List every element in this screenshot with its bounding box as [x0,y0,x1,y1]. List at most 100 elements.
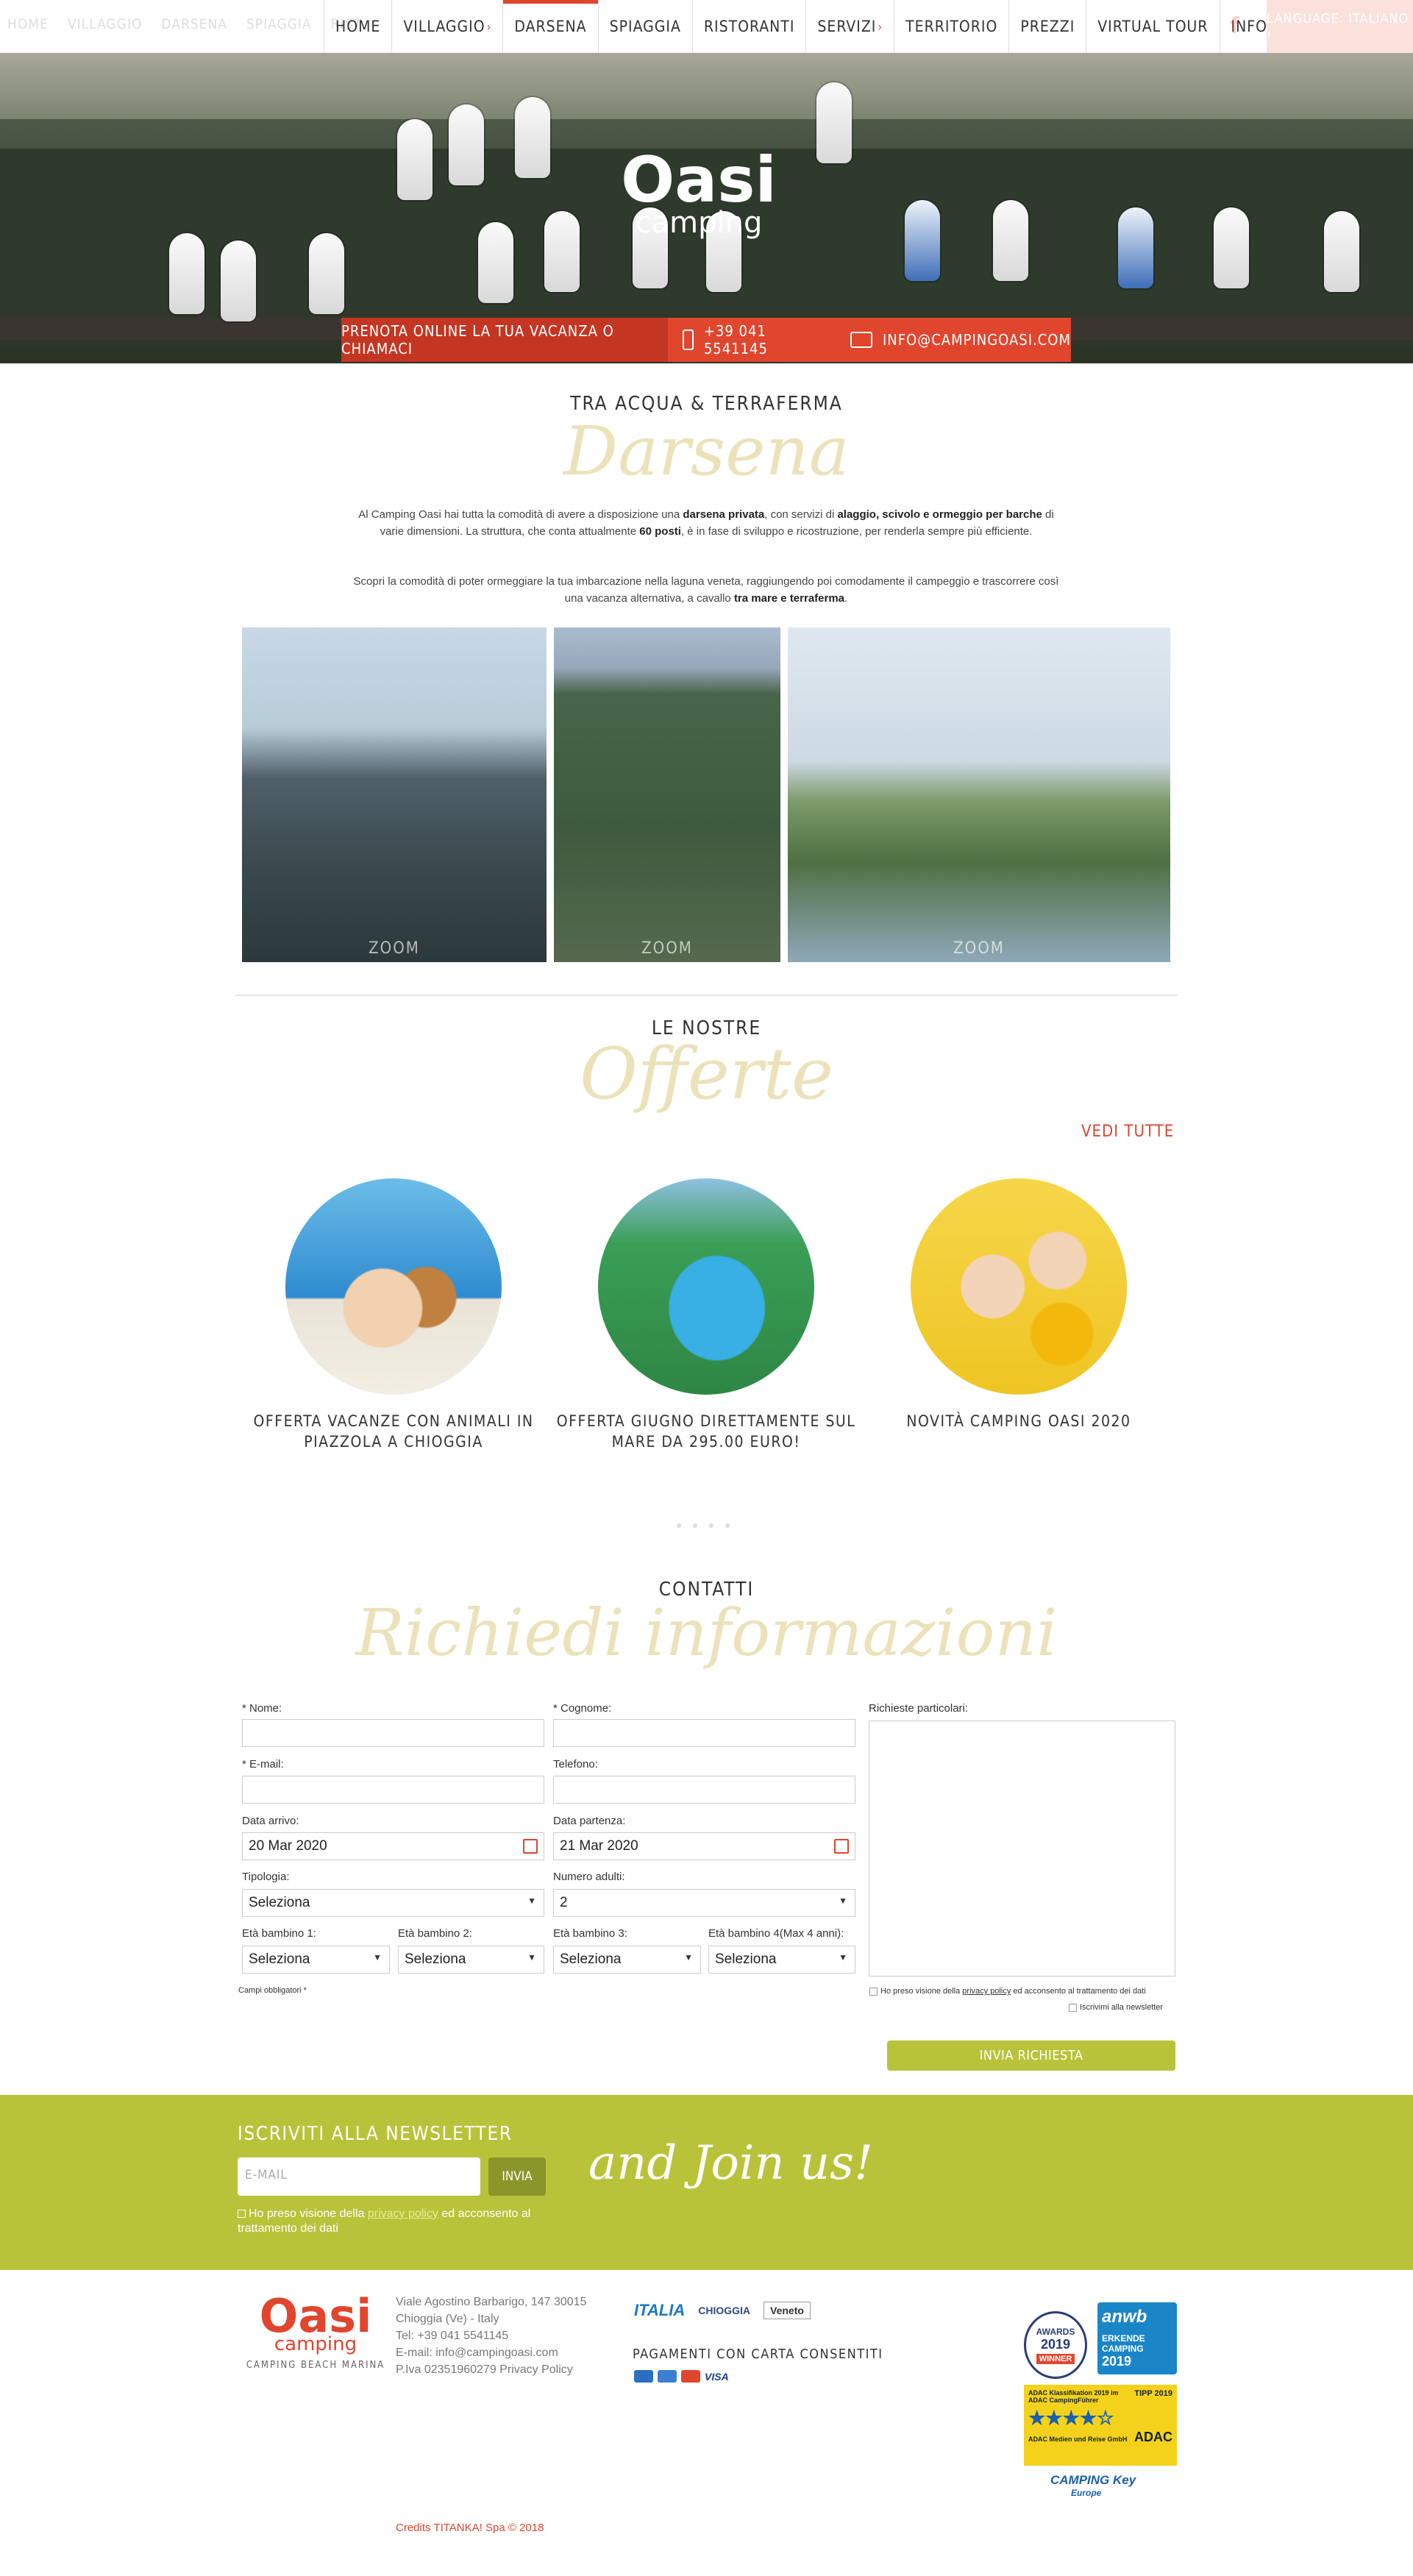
nav-item-servizi[interactable]: SERVIZI › [806,0,895,53]
label-adulti: Numero adulti: [553,1871,625,1883]
newsletter-band: ISCRIVITI ALLA NEWSLETTER E-MAIL INVIA H… [0,2095,1413,2270]
booking-cta[interactable]: PRENOTA ONLINE LA TUA VACANZA O CHIAMACI [341,318,669,362]
adulti-value: 2 [560,1895,568,1910]
partner-chioggia-logo[interactable]: CHIOGGIA [698,2305,750,2316]
see-all-link[interactable]: VEDI TUTTE [1081,1122,1174,1141]
tipologia-select[interactable]: Seleziona ▼ [242,1889,544,1917]
submit-request-button[interactable]: INVIA RICHIESTA [887,2040,1175,2071]
offer-card[interactable]: NOVITÀ CAMPING OASI 2020 [864,1178,1173,1431]
nav-item-label: SPIAGGIA [609,18,681,35]
address-line: Chioggia (Ve) - Italy [396,2313,499,2325]
email-field[interactable] [242,1776,544,1804]
nav-item-label: RISTORANTI [703,18,795,35]
partenza-value: 21 Mar 2020 [560,1838,638,1854]
intro-bold-text: 60 posti [639,525,681,538]
offer-image [911,1178,1127,1395]
nav-item-label: DARSENA [514,18,587,35]
calendar-icon[interactable] [523,1839,538,1854]
phone-line[interactable]: Tel: +39 041 5541145 [396,2327,586,2344]
newsletter-checkbox[interactable] [1069,2003,1077,2012]
anwb-badge-name: anwb [1102,2307,1147,2327]
bambino-4-value: Seleziona [715,1951,777,1967]
nav-item-home[interactable]: HOME [324,0,393,53]
bambino-4-select[interactable]: Seleziona ▼ [708,1946,855,1974]
newsletter-optin-label: Iscrivimi alla newsletter [1080,2003,1164,2012]
telefono-input[interactable] [553,1776,855,1804]
boat-shape [1214,207,1249,288]
facebook-icon[interactable]: f [1230,13,1255,39]
chevron-right-icon: › [878,19,883,34]
darsena-intro-2: Scopri la comodità di poter ormeggiare l… [353,573,1059,607]
newsletter-submit-button[interactable]: INVIA [488,2157,546,2196]
bambino-3-select[interactable]: Seleziona ▼ [553,1946,701,1974]
email-line[interactable]: E-mail: info@campingoasi.com [396,2344,586,2361]
bambino-2-value: Seleziona [405,1951,466,1967]
label-bambino-2: Età bambino 2: [398,1927,472,1940]
adac-badge[interactable]: ADAC Klassifikation 2019 im ADAC Camping… [1024,2385,1177,2466]
address-line: Viale Agostino Barbarigo, 147 30015 [396,2296,587,2308]
bambino-1-select[interactable]: Seleziona ▼ [242,1946,390,1974]
carousel-dot[interactable] [677,1523,681,1528]
newsletter-privacy-link[interactable]: privacy policy [368,2207,438,2220]
footer-address: Viale Agostino Barbarigo, 147 30015 Chio… [396,2294,586,2378]
bambino-1-value: Seleziona [249,1951,310,1967]
nav-item-darsena[interactable]: DARSENA [503,0,599,53]
partner-italia-logo[interactable]: ITALIA [634,2301,685,2320]
adulti-select[interactable]: 2 ▼ [553,1889,855,1917]
newsletter-privacy: Ho preso visione della privacy policy ed… [238,2207,554,2236]
nav-item-ristoranti[interactable]: RISTORANTI [693,0,807,53]
anwb-badge[interactable]: anwb ERKENDE CAMPING 2019 [1097,2302,1177,2374]
arrivo-date-input[interactable]: 20 Mar 2020 [242,1832,544,1860]
intro-bold-text: darsena privata [683,508,765,521]
nav-item-territorio[interactable]: TERRITORIO [894,0,1010,53]
nav-item-spiaggia[interactable]: SPIAGGIA [599,0,693,53]
language-selector[interactable]: LANGUAGE: ITALIANO › [1267,0,1413,53]
phone-link[interactable]: +39 041 5541145 [683,322,821,357]
nav-item-label: PREZZI [1020,18,1075,35]
offer-card[interactable]: OFFERTA VACANZE CON ANIMALI IN PIAZZOLA … [239,1178,548,1452]
credits-link[interactable]: Credits TITANKA! Spa © 2018 [396,2522,544,2534]
nav-item-prezzi[interactable]: PREZZI [1009,0,1087,53]
zoom-label: ZOOM [953,939,1005,958]
gallery-image-panorama[interactable]: ZOOM [788,627,1170,962]
nome-input[interactable] [242,1719,544,1747]
calendar-icon[interactable] [834,1839,849,1854]
footer-logo[interactable]: Oasi camping CAMPING BEACH MARINA [246,2289,385,2372]
offer-title: OFFERTA VACANZE CON ANIMALI IN PIAZZOLA … [253,1412,534,1451]
privacy-link[interactable]: privacy policy [962,1987,1011,1996]
intro-text: Scopri la comodità di poter ormeggiare l… [353,575,1059,605]
carousel-dot[interactable] [709,1523,713,1528]
carousel-dot[interactable] [693,1523,697,1528]
divider [235,995,1178,996]
vat-line[interactable]: P.Iva 02351960279 Privacy Policy [396,2361,586,2378]
chevron-right-icon: › [486,19,492,34]
partenza-date-input[interactable]: 21 Mar 2020 [553,1832,855,1860]
nav-item-villaggio[interactable]: VILLAGGIO › [392,0,504,53]
richieste-textarea[interactable] [869,1721,1175,1977]
nav-item-virtual-tour[interactable]: VIRTUAL TOUR [1086,0,1220,53]
required-note: Campi obbligatori * [238,1986,307,1995]
boat-shape [1324,211,1359,292]
newsletter-privacy-checkbox[interactable] [238,2210,246,2219]
partner-veneto-logo[interactable]: Veneto [764,2302,811,2319]
offer-card[interactable]: OFFERTA GIUGNO DIRETTAMENTE SUL MARE DA … [552,1178,861,1452]
carousel-dot[interactable] [725,1523,730,1528]
footer-logo-mark: Oasi [259,2289,372,2343]
gallery-image-aerial[interactable]: ZOOM [554,627,780,962]
newsletter-email-input[interactable]: E-MAIL [238,2157,480,2196]
hero-logo[interactable]: Oasi camping [596,149,802,259]
camping-key-badge[interactable]: CAMPING Key Europe [1050,2473,1161,2507]
boat-shape [515,97,550,178]
main-menu: HOME VILLAGGIO › DARSENA SPIAGGIA RISTORA… [324,0,1286,53]
top-navbar: HOME VILLAGGIO DARSENA SPIAGGIA RIST HOM… [0,0,1413,53]
awards-badge[interactable]: AWARDS 2019 WINNER [1024,2311,1087,2379]
email-link[interactable]: INFO@CAMPINGOASI.COM [850,331,1071,349]
ghost-nav-item: SPIAGGIA [246,16,312,32]
awards-badge-year: 2019 [1040,2336,1071,2352]
gallery-image-marina[interactable]: ZOOM [242,627,547,962]
bambino-2-select[interactable]: Seleziona ▼ [398,1946,544,1974]
privacy-checkbox[interactable] [869,1987,878,1996]
cognome-input[interactable] [553,1719,855,1747]
boat-shape [221,241,256,321]
visa-card-icon: VISA [705,2370,729,2383]
